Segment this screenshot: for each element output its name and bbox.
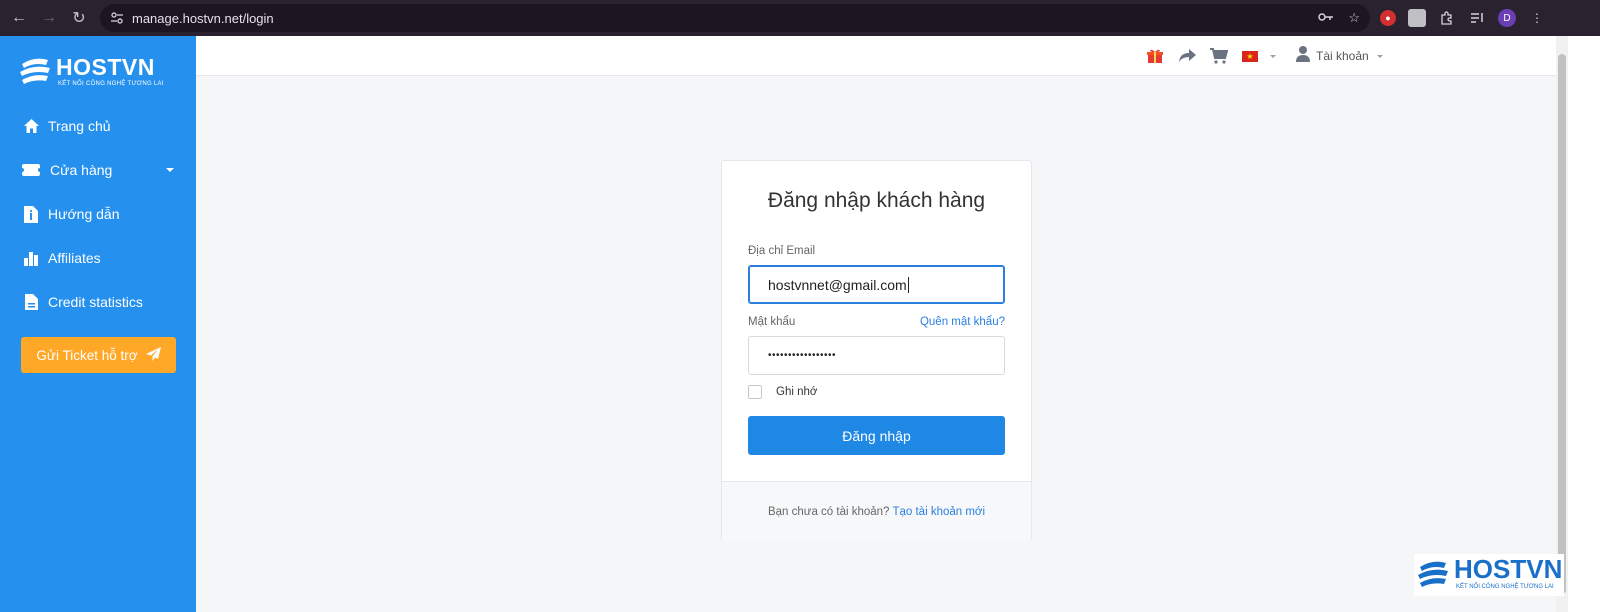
bookmark-star-icon[interactable]: ☆: [1348, 10, 1360, 26]
sidebar-item-credit-statistics[interactable]: Credit statistics: [0, 280, 196, 324]
watermark-text: HOSTVN: [1454, 554, 1563, 584]
email-field-value: hostvnnet@gmail.com: [768, 276, 907, 293]
user-icon[interactable]: [1296, 45, 1310, 67]
forgot-password-link[interactable]: Quên mật khẩu?: [920, 316, 1005, 328]
login-card: Đăng nhập khách hàng Địa chỉ Email hostv…: [721, 160, 1032, 541]
password-key-icon[interactable]: [1318, 11, 1334, 26]
side-panel-strip: [1568, 36, 1600, 612]
paper-plane-icon: [145, 346, 161, 364]
url-text: manage.hostvn.net/login: [132, 10, 274, 26]
language-chevron-down-icon[interactable]: [1270, 54, 1276, 58]
text-caret: [907, 276, 909, 293]
account-chevron-down-icon[interactable]: [1376, 54, 1383, 58]
remember-checkbox[interactable]: [748, 385, 762, 399]
share-forward-icon[interactable]: [1178, 47, 1196, 65]
watermark-tagline: KẾT NỐI CÔNG NGHỆ TƯƠNG LAI: [1456, 584, 1554, 590]
ticket-button-label: Gửi Ticket hỗ trợ: [36, 347, 138, 363]
gift-icon[interactable]: [1146, 47, 1164, 65]
logo-tagline: KẾT NỐI CÔNG NGHỆ TƯƠNG LAI: [58, 81, 164, 87]
profile-avatar[interactable]: D: [1498, 9, 1516, 27]
forward-icon[interactable]: →: [34, 3, 64, 33]
sidebar-item-label: Cửa hàng: [50, 162, 113, 178]
ticket-icon: [22, 161, 40, 179]
remember-label[interactable]: Ghi nhớ: [776, 386, 817, 398]
sidebar-item-affiliates[interactable]: Affiliates: [0, 236, 196, 280]
password-label: Mật khẩu: [748, 316, 796, 328]
brand-logo[interactable]: HOSTVN KẾT NỐI CÔNG NGHỆ TƯƠNG LAI: [18, 54, 178, 94]
logo-mark-icon: [20, 58, 50, 84]
sidebar-item-label: Credit statistics: [48, 294, 143, 310]
email-label: Địa chỉ Email: [748, 245, 816, 257]
sidebar-menu: Trang chủ Cửa hàng Hướng dẫn Affiliates: [0, 104, 196, 324]
watermark-logo: HOSTVN KẾT NỐI CÔNG NGHỆ TƯƠNG LAI: [1414, 554, 1564, 596]
reload-icon[interactable]: ↻: [64, 3, 94, 33]
site-info-icon[interactable]: [104, 5, 130, 31]
browser-toolbar: ← → ↻ manage.hostvn.net/login ☆ ● D ⋮: [0, 0, 1600, 36]
remember-me: Ghi nhớ: [748, 385, 817, 399]
cart-icon[interactable]: [1210, 47, 1228, 65]
bar-chart-icon: [22, 249, 40, 267]
sidebar: HOSTVN KẾT NỐI CÔNG NGHỆ TƯƠNG LAI Trang…: [0, 36, 196, 612]
scrollbar-thumb[interactable]: [1558, 54, 1566, 594]
file-icon: [22, 293, 40, 311]
sidebar-item-store[interactable]: Cửa hàng: [0, 148, 196, 192]
document-info-icon: [22, 205, 40, 223]
password-mask: •••••••••••••••••: [768, 350, 837, 361]
home-icon: [22, 117, 40, 135]
logo-text: HOSTVN: [56, 54, 155, 80]
browser-menu-icon[interactable]: ⋮: [1528, 9, 1546, 27]
top-header: ★ Tài khoản: [196, 36, 1556, 76]
vietnam-flag-icon[interactable]: ★: [1242, 50, 1258, 62]
no-account-text: Bạn chưa có tài khoản?: [767, 505, 890, 518]
sidebar-item-label: Trang chủ: [48, 118, 111, 134]
sidebar-item-label: Hướng dẫn: [48, 206, 120, 222]
register-link[interactable]: Tạo tài khoản mới: [892, 506, 985, 518]
address-bar[interactable]: manage.hostvn.net/login ☆: [100, 4, 1370, 32]
extension-red-icon[interactable]: ●: [1380, 10, 1396, 26]
extension-gray-icon[interactable]: [1408, 9, 1426, 27]
page-title: Đăng nhập khách hàng: [767, 189, 986, 212]
register-footer: Bạn chưa có tài khoản? Tạo tài khoản mới: [722, 481, 1031, 541]
password-field[interactable]: •••••••••••••••••: [748, 336, 1005, 375]
watermark-logo-mark-icon: [1418, 561, 1448, 587]
back-icon[interactable]: ←: [4, 3, 34, 33]
extensions-puzzle-icon[interactable]: [1438, 9, 1456, 27]
page-scrollbar[interactable]: [1556, 36, 1568, 612]
sidebar-item-guide[interactable]: Hướng dẫn: [0, 192, 196, 236]
sidebar-item-home[interactable]: Trang chủ: [0, 104, 196, 148]
login-button[interactable]: Đăng nhập: [748, 416, 1005, 455]
sidebar-item-label: Affiliates: [48, 250, 101, 266]
submit-ticket-button[interactable]: Gửi Ticket hỗ trợ: [21, 337, 176, 373]
chevron-down-icon: [166, 168, 174, 172]
media-control-icon[interactable]: [1468, 9, 1486, 27]
email-field[interactable]: hostvnnet@gmail.com: [748, 265, 1005, 304]
account-menu-label[interactable]: Tài khoản: [1316, 49, 1369, 63]
